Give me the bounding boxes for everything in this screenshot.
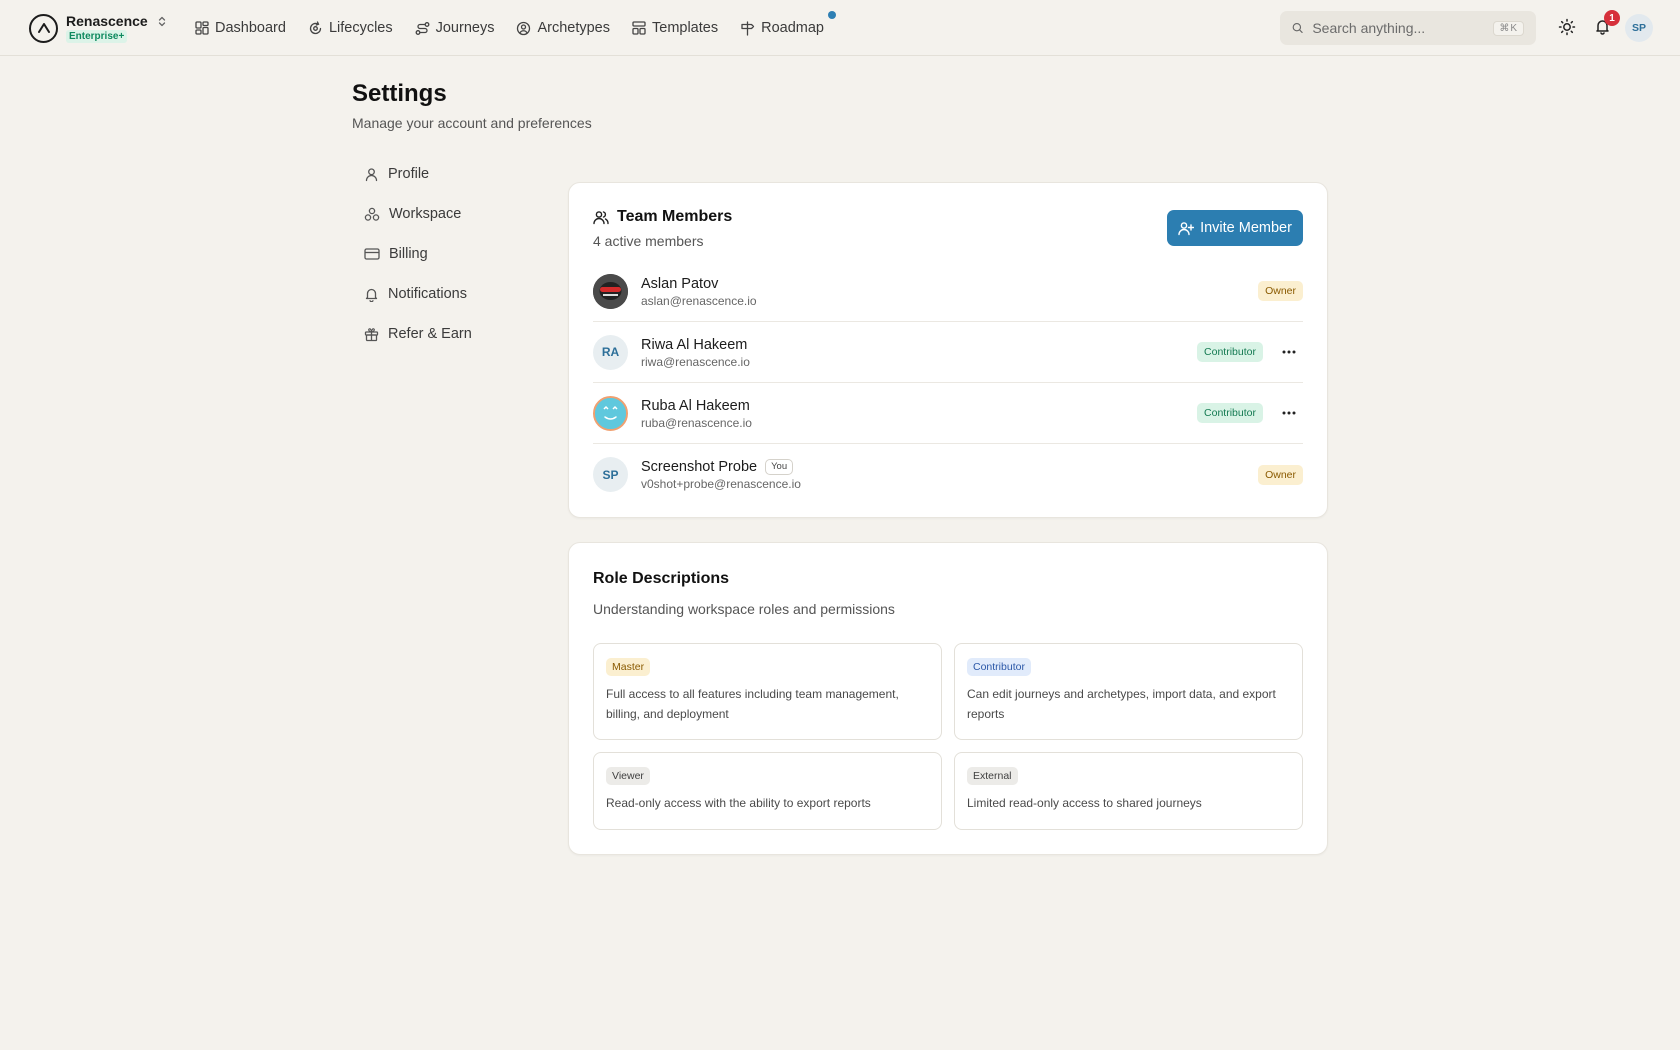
side-nav-item-profile[interactable]: Profile xyxy=(364,164,472,184)
side-nav-label: Workspace xyxy=(389,206,462,222)
role-description: Read-only access with the ability to exp… xyxy=(606,796,871,810)
member-row: SP Screenshot Probe You v0shot+probe@ren… xyxy=(593,444,1303,505)
member-email: v0shot+probe@renascence.io xyxy=(641,477,801,491)
grid-icon xyxy=(195,21,209,35)
nav-item-dashboard[interactable]: Dashboard xyxy=(195,20,286,36)
nav-item-label: Dashboard xyxy=(215,20,286,36)
settings-side-nav: Profile Workspace Billing Notifications … xyxy=(364,164,472,364)
member-name: Aslan Patov xyxy=(641,275,719,292)
member-row: Aslan Patov aslan@renascence.io Owner xyxy=(593,261,1303,322)
gift-icon xyxy=(364,327,379,341)
more-horizontal-icon xyxy=(1282,411,1296,415)
new-indicator-dot xyxy=(827,11,836,19)
main-nav: Dashboard Lifecycles Journeys Archetypes… xyxy=(195,0,846,56)
role-badge: Owner xyxy=(1258,281,1303,301)
users-icon xyxy=(593,210,609,224)
side-nav-label: Refer & Earn xyxy=(388,326,472,342)
role-description: Can edit journeys and archetypes, import… xyxy=(967,687,1276,721)
member-name: Riwa Al Hakeem xyxy=(641,336,748,353)
member-name: Screenshot Probe xyxy=(641,459,758,475)
member-row: RA Riwa Al Hakeem riwa@renascence.io Con… xyxy=(593,322,1303,383)
avatar xyxy=(593,273,628,309)
role-card-viewer: Viewer Read-only access with the ability… xyxy=(593,752,942,830)
role-badge: Contributor xyxy=(1197,403,1263,423)
avatar: RA xyxy=(593,334,628,370)
nav-item-label: Archetypes xyxy=(537,20,610,36)
member-count: 4 active members xyxy=(593,233,704,249)
more-options-button[interactable] xyxy=(1279,405,1299,421)
brand-logo-icon xyxy=(29,13,58,43)
role-card-external: External Limited read-only access to sha… xyxy=(954,752,1303,830)
route-icon xyxy=(415,21,430,35)
role-tag: Contributor xyxy=(967,658,1031,676)
user-avatar-button[interactable]: SP xyxy=(1625,14,1653,42)
more-horizontal-icon xyxy=(1282,350,1296,354)
bell-icon xyxy=(365,288,378,302)
nav-item-label: Roadmap xyxy=(761,20,824,36)
page-subtitle: Manage your account and preferences xyxy=(352,115,592,131)
card-title: Team Members xyxy=(617,208,733,225)
role-badge: Contributor xyxy=(1197,342,1263,362)
role-tag: Viewer xyxy=(606,767,650,785)
user-icon xyxy=(365,167,378,181)
avatar: SP xyxy=(593,457,628,492)
signpost-icon xyxy=(741,20,755,36)
role-badge: Owner xyxy=(1258,464,1303,485)
side-nav-item-refer-earn[interactable]: Refer & Earn xyxy=(364,324,472,344)
member-email: ruba@renascence.io xyxy=(641,415,752,430)
user-plus-icon xyxy=(1178,221,1195,235)
plan-badge: Enterprise+ xyxy=(66,30,128,43)
search-box[interactable]: ⌘K xyxy=(1280,11,1536,45)
nav-item-roadmap[interactable]: Roadmap xyxy=(740,11,836,36)
nav-item-label: Templates xyxy=(652,20,719,36)
cycle-icon xyxy=(309,20,322,34)
side-nav-item-workspace[interactable]: Workspace xyxy=(364,204,472,224)
role-tag: External xyxy=(967,767,1018,785)
theme-toggle-button[interactable] xyxy=(1558,18,1576,36)
side-nav-label: Profile xyxy=(388,166,430,182)
notification-count-badge: 1 xyxy=(1604,10,1620,26)
template-icon xyxy=(632,21,646,35)
card-subtitle: Understanding workspace roles and permis… xyxy=(593,601,895,617)
avatar xyxy=(593,395,628,431)
members-list: Aslan Patov aslan@renascence.io Owner RA… xyxy=(593,261,1303,505)
role-card-contributor: Contributor Can edit journeys and archet… xyxy=(954,643,1303,740)
member-name: Ruba Al Hakeem xyxy=(641,397,750,414)
workspace-icon xyxy=(364,207,380,221)
side-nav-item-notifications[interactable]: Notifications xyxy=(364,284,472,304)
brand-name: Renascence xyxy=(66,13,148,29)
page-title: Settings xyxy=(352,80,447,107)
nav-item-lifecycles[interactable]: Lifecycles xyxy=(308,20,393,36)
chevron-updown-icon xyxy=(158,16,166,27)
you-badge: You xyxy=(765,459,794,475)
sun-icon xyxy=(1558,18,1576,36)
side-nav-item-billing[interactable]: Billing xyxy=(364,244,472,264)
side-nav-label: Billing xyxy=(389,246,428,262)
role-tag: Master xyxy=(606,658,651,676)
role-description: Limited read-only access to shared journ… xyxy=(967,796,1202,810)
nav-item-label: Lifecycles xyxy=(328,20,393,36)
user-circle-icon xyxy=(517,21,531,35)
workspace-switcher[interactable]: Renascence Enterprise+ xyxy=(29,13,166,43)
nav-item-templates[interactable]: Templates xyxy=(632,20,718,36)
search-icon xyxy=(1292,22,1303,34)
nav-item-archetypes[interactable]: Archetypes xyxy=(516,20,610,36)
role-descriptions-card: Role Descriptions Understanding workspac… xyxy=(568,542,1328,855)
credit-card-icon xyxy=(364,248,380,260)
nav-item-label: Journeys xyxy=(435,20,495,36)
side-nav-label: Notifications xyxy=(388,286,467,302)
search-input[interactable] xyxy=(1312,20,1494,36)
member-row: Ruba Al Hakeem ruba@renascence.io Contri… xyxy=(593,383,1303,444)
role-card-master: Master Full access to all features inclu… xyxy=(593,643,942,740)
member-email: aslan@renascence.io xyxy=(641,293,757,308)
nav-item-journeys[interactable]: Journeys xyxy=(415,20,495,36)
team-members-card: Team Members 4 active members Invite Mem… xyxy=(568,182,1328,518)
member-email: riwa@renascence.io xyxy=(641,354,750,369)
more-options-button[interactable] xyxy=(1279,344,1299,360)
top-bar: Renascence Enterprise+ Dashboard Lifecyc… xyxy=(0,0,1680,56)
search-shortcut: ⌘K xyxy=(1493,20,1524,36)
role-description: Full access to all features including te… xyxy=(606,687,899,721)
card-title: Role Descriptions xyxy=(593,570,730,587)
invite-member-button[interactable]: Invite Member xyxy=(1167,210,1303,246)
